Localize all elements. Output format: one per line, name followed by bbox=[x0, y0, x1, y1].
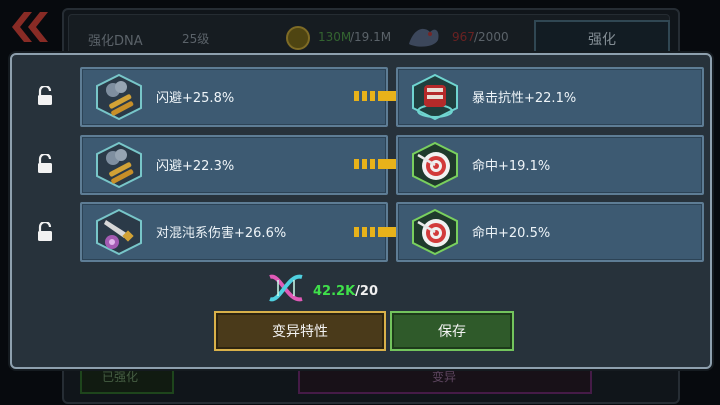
result-trait-1[interactable]: 暴击抗性+22.1% bbox=[396, 67, 704, 127]
result-trait-2[interactable]: 命中+19.1% bbox=[396, 135, 704, 195]
red-armor-icon bbox=[412, 73, 458, 121]
dna-need: /20 bbox=[355, 284, 378, 299]
target-arrow-icon bbox=[412, 208, 458, 256]
mutate-traits-button[interactable]: 变异特性 bbox=[214, 311, 386, 351]
unlock-icon[interactable] bbox=[36, 154, 54, 174]
dna-icon bbox=[269, 274, 303, 302]
bullets-smoke-icon bbox=[96, 141, 142, 189]
dna-cost: 42.2K/20 bbox=[313, 284, 378, 299]
current-trait-label: 闪避+25.8% bbox=[156, 91, 235, 106]
save-button[interactable]: 保存 bbox=[390, 311, 514, 351]
current-trait-label: 对混沌系伤害+26.6% bbox=[156, 226, 287, 241]
result-trait-label: 命中+20.5% bbox=[472, 226, 551, 241]
result-trait-label: 暴击抗性+22.1% bbox=[472, 91, 577, 106]
current-trait-2[interactable]: 闪避+22.3% bbox=[80, 135, 388, 195]
current-trait-label: 闪避+22.3% bbox=[156, 159, 235, 174]
result-trait-3[interactable]: 命中+20.5% bbox=[396, 202, 704, 262]
chaos-blade-icon bbox=[96, 208, 142, 256]
dna-have: 42.2K bbox=[313, 284, 356, 299]
current-trait-1[interactable]: 闪避+25.8% bbox=[80, 67, 388, 127]
unlock-icon[interactable] bbox=[36, 86, 54, 106]
current-trait-3[interactable]: 对混沌系伤害+26.6% bbox=[80, 202, 388, 262]
target-arrow-icon bbox=[412, 141, 458, 189]
unlock-icon[interactable] bbox=[36, 222, 54, 242]
result-trait-label: 命中+19.1% bbox=[472, 159, 551, 174]
bullets-smoke-icon bbox=[96, 73, 142, 121]
